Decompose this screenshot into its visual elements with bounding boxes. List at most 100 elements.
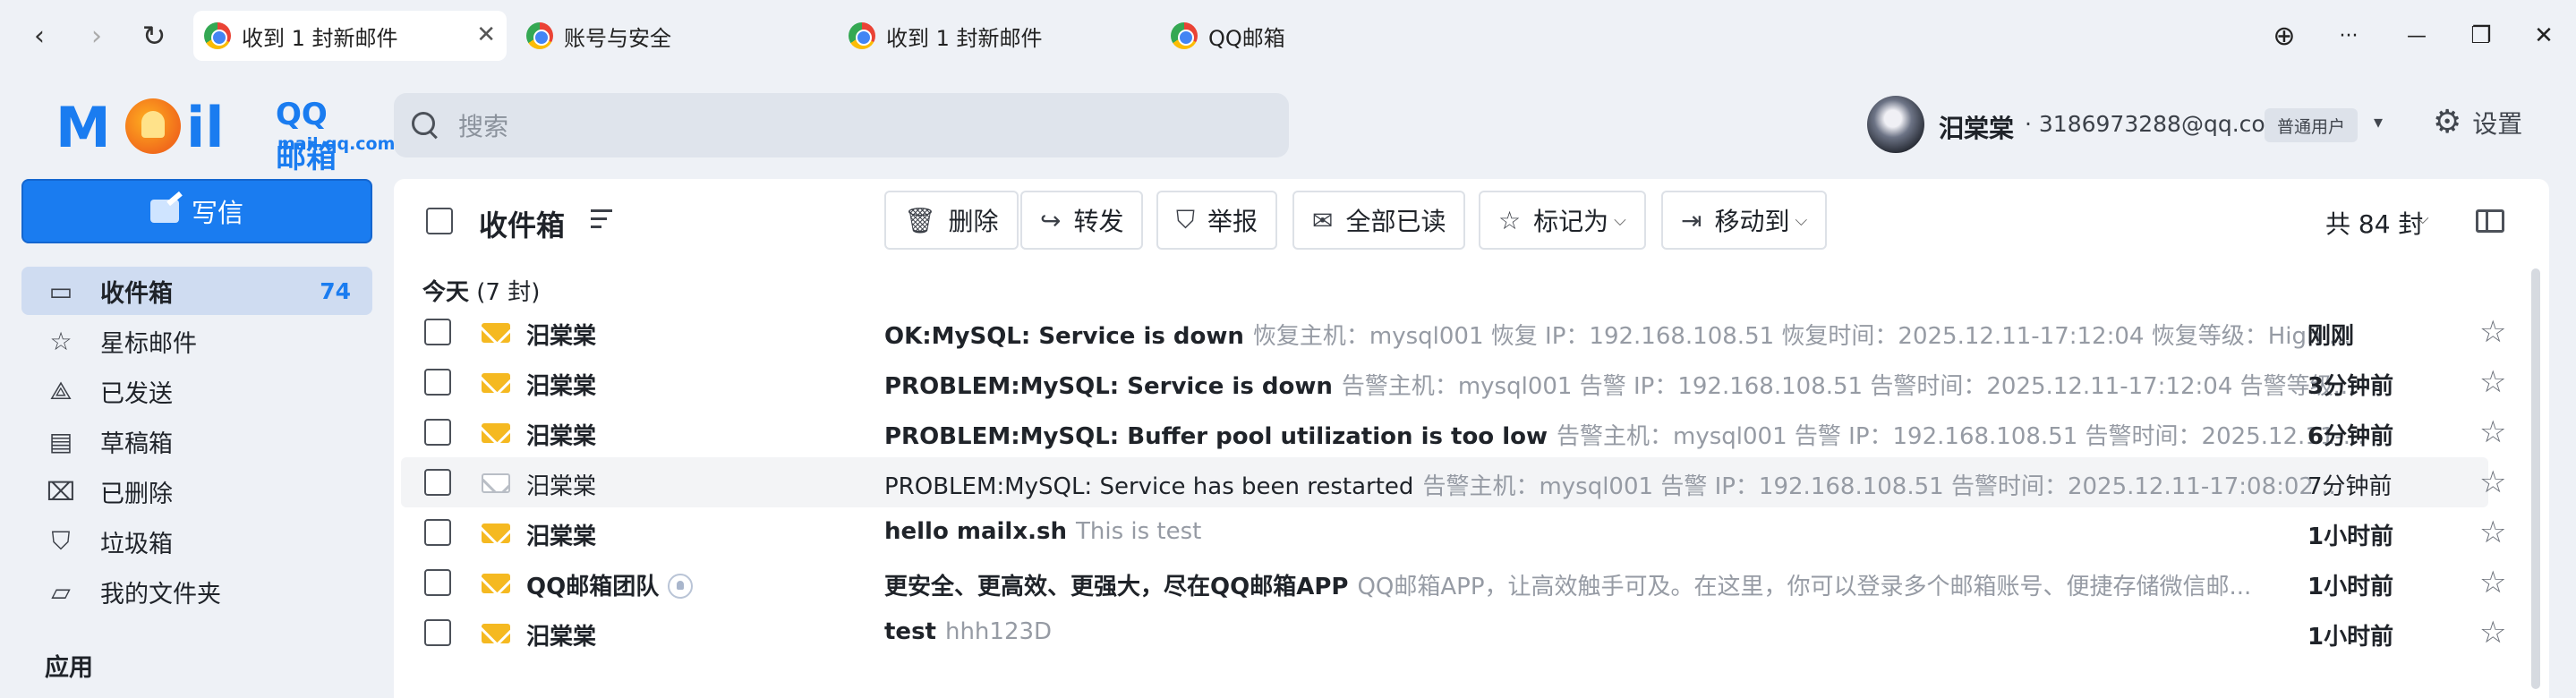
email-sender: 汨棠棠	[526, 323, 597, 350]
select-all-checkbox[interactable]	[426, 208, 453, 234]
restore-icon[interactable]: ❐	[2460, 14, 2503, 57]
report-button[interactable]: ⛉ 举报	[1156, 191, 1278, 250]
logo-letter: M	[55, 95, 111, 160]
star-icon[interactable]: ☆	[2479, 364, 2506, 400]
browser-tab[interactable]: QQ邮箱	[1160, 11, 1473, 61]
sidebar-item-label: 收件箱	[100, 279, 173, 308]
window-close-icon[interactable]: ✕	[2522, 14, 2565, 57]
email-preview: 告警主机：mysql001 告警 IP：192.168.108.51 告警时间：…	[1422, 473, 2344, 500]
unread-envelope-icon	[482, 373, 510, 393]
tab-title: QQ邮箱	[1208, 25, 1285, 51]
search-input[interactable]: 搜索	[394, 93, 1289, 157]
button-label: 转发	[1073, 207, 1124, 236]
unread-count: 74	[320, 277, 351, 304]
email-sender: 汨棠棠	[526, 524, 597, 550]
user-name[interactable]: 汨棠棠	[1939, 109, 2014, 145]
sidebar-item-sent[interactable]: ⟁ 已发送	[21, 367, 372, 415]
email-checkbox[interactable]	[424, 419, 451, 446]
email-subject: hello mailx.sh	[884, 518, 1067, 545]
star-icon[interactable]: ☆	[2479, 615, 2506, 651]
logo-domain: mail.qq.com	[277, 134, 396, 154]
email-checkbox[interactable]	[424, 619, 451, 646]
email-checkbox[interactable]	[424, 569, 451, 596]
avatar[interactable]	[1867, 96, 1924, 153]
sidebar-item-my-folders[interactable]: ▱ 我的文件夹	[21, 567, 372, 616]
star-icon: ☆	[49, 326, 73, 356]
sidebar-item-inbox[interactable]: ▭ 收件箱 74	[21, 267, 372, 315]
email-preview: QQ邮箱APP，让高效触手可及。在这里，你可以登录多个邮箱账号、便捷存储微信邮.…	[1357, 574, 2252, 600]
browser-tab-strip: ‹ › ↻ 收到 1 封新邮件 ✕ 账号与安全 收到 1 封新邮件 QQ邮箱 ⊕…	[0, 0, 2576, 72]
trash-icon: 🗑	[904, 205, 936, 235]
email-time: 1小时前	[2307, 574, 2394, 600]
star-icon[interactable]: ☆	[2479, 314, 2506, 350]
email-subject: PROBLEM:MySQL: Buffer pool utilization i…	[884, 423, 1548, 450]
scrollbar[interactable]	[2531, 268, 2540, 689]
forward-icon: ↪	[1040, 205, 1062, 235]
move-to-button[interactable]: ⇥ 移动到 ⌵	[1661, 191, 1828, 250]
email-checkbox[interactable]	[424, 369, 451, 396]
minimize-icon[interactable]: —	[2395, 14, 2438, 57]
sidebar-item-deleted[interactable]: ⌧ 已删除	[21, 467, 372, 515]
email-subject: PROBLEM:MySQL: Service has been restarte…	[884, 473, 1414, 500]
forward-icon[interactable]: ›	[75, 14, 118, 57]
page-title: 收件箱	[479, 209, 566, 243]
inbox-icon: ▭	[48, 276, 73, 306]
mark-all-read-button[interactable]: ✉ 全部已读	[1292, 191, 1466, 250]
chevron-down-icon[interactable]: ▾	[2374, 111, 2383, 132]
mark-as-button[interactable]: ☆ 标记为 ⌵	[1479, 191, 1646, 250]
email-row[interactable]: 汨棠棠 test hhh123D 1小时前 ☆	[401, 608, 2506, 658]
email-preview: 告警主机：mysql001 告警 IP：192.168.108.51 告警时间：…	[1341, 373, 2356, 400]
more-icon[interactable]: ···	[2327, 14, 2370, 57]
email-checkbox[interactable]	[424, 469, 451, 496]
back-icon[interactable]: ‹	[18, 14, 61, 57]
email-row[interactable]: 汨棠棠 OK:MySQL: Service is down 恢复主机：mysql00…	[401, 307, 2506, 357]
tab-title: 收到 1 封新邮件	[886, 25, 1043, 51]
sidebar-item-drafts[interactable]: ▤ 草稿箱	[21, 417, 372, 465]
sidebar-item-spam[interactable]: ⛉ 垃圾箱	[21, 517, 372, 566]
email-time: 7分钟前	[2307, 473, 2393, 500]
sidebar-item-label: 已发送	[100, 379, 173, 408]
email-row[interactable]: 汨棠棠 PROBLEM:MySQL: Buffer pool utilizatio…	[401, 407, 2506, 457]
settings-button[interactable]: ⚙ 设置	[2433, 104, 2522, 140]
email-time: 1小时前	[2307, 624, 2394, 651]
browser-tab[interactable]: 账号与安全	[516, 11, 829, 61]
user-separator: ·	[2025, 111, 2032, 137]
user-email: · 3186973288@qq.com	[2025, 111, 2287, 137]
browser-tab-active[interactable]: 收到 1 封新邮件 ✕	[193, 11, 507, 61]
qq-mail-logo[interactable]: M il QQ邮箱 mail.qq.com	[55, 93, 395, 175]
forward-button[interactable]: ↪ 转发	[1020, 191, 1144, 250]
tab-close-icon[interactable]: ✕	[476, 21, 496, 48]
delete-button[interactable]: 🗑 删除	[884, 191, 1019, 250]
email-row[interactable]: QQ邮箱团队 更安全、更高效、更强大，尽在QQ邮箱APP QQ邮箱APP，让高效触手…	[401, 558, 2506, 608]
unread-envelope-icon	[482, 624, 510, 643]
reload-icon[interactable]: ↻	[132, 14, 175, 57]
star-icon: ☆	[1498, 205, 1522, 235]
compose-button[interactable]: 写信	[21, 179, 372, 243]
sort-icon[interactable]	[591, 209, 612, 231]
sidebar-item-label: 已删除	[100, 480, 173, 508]
unread-envelope-icon	[482, 323, 510, 343]
email-row[interactable]: 汨棠棠 PROBLEM:MySQL: Service has been resta…	[401, 457, 2506, 507]
spam-icon: ⛉	[51, 526, 71, 556]
chevron-down-icon[interactable]: ⌵	[2417, 209, 2429, 228]
email-row[interactable]: 汨棠棠 PROBLEM:MySQL: Service is down 告警主机：my…	[401, 357, 2506, 407]
browser-favicon-icon	[849, 22, 875, 49]
star-icon[interactable]: ☆	[2479, 515, 2506, 550]
email-checkbox[interactable]	[424, 319, 451, 345]
verified-icon	[668, 573, 694, 599]
star-icon[interactable]: ☆	[2479, 565, 2506, 600]
button-label: 删除	[948, 207, 999, 236]
star-icon[interactable]: ☆	[2479, 464, 2506, 500]
browser-tab[interactable]: 收到 1 封新邮件	[838, 11, 1151, 61]
sidebar-item-label: 垃圾箱	[100, 530, 173, 558]
layout-toggle-icon[interactable]	[2476, 209, 2504, 233]
chevron-down-icon: ⌵	[1614, 210, 1626, 230]
star-icon[interactable]: ☆	[2479, 414, 2506, 450]
email-row[interactable]: 汨棠棠 hello mailx.sh This is test 1小时前 ☆	[401, 507, 2506, 558]
email-checkbox[interactable]	[424, 519, 451, 546]
email-preview: This is test	[1075, 518, 1202, 545]
gear-icon: ⚙	[2433, 104, 2462, 140]
total-count[interactable]: 共 84 封	[2325, 205, 2423, 241]
globe-icon[interactable]: ⊕	[2263, 14, 2306, 57]
sidebar-item-starred[interactable]: ☆ 星标邮件	[21, 317, 372, 365]
